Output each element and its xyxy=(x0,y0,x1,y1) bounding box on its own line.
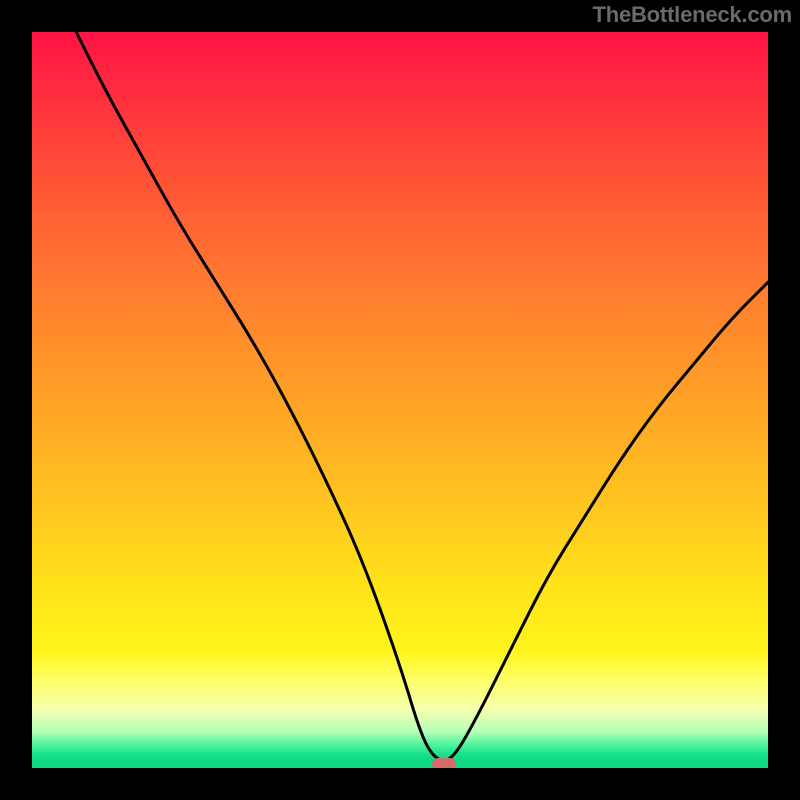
watermark-text: TheBottleneck.com xyxy=(592,2,792,28)
curve-path xyxy=(76,32,768,761)
plot-area xyxy=(32,32,768,768)
min-marker xyxy=(432,758,456,768)
bottleneck-curve xyxy=(32,32,768,768)
chart-frame: TheBottleneck.com xyxy=(0,0,800,800)
